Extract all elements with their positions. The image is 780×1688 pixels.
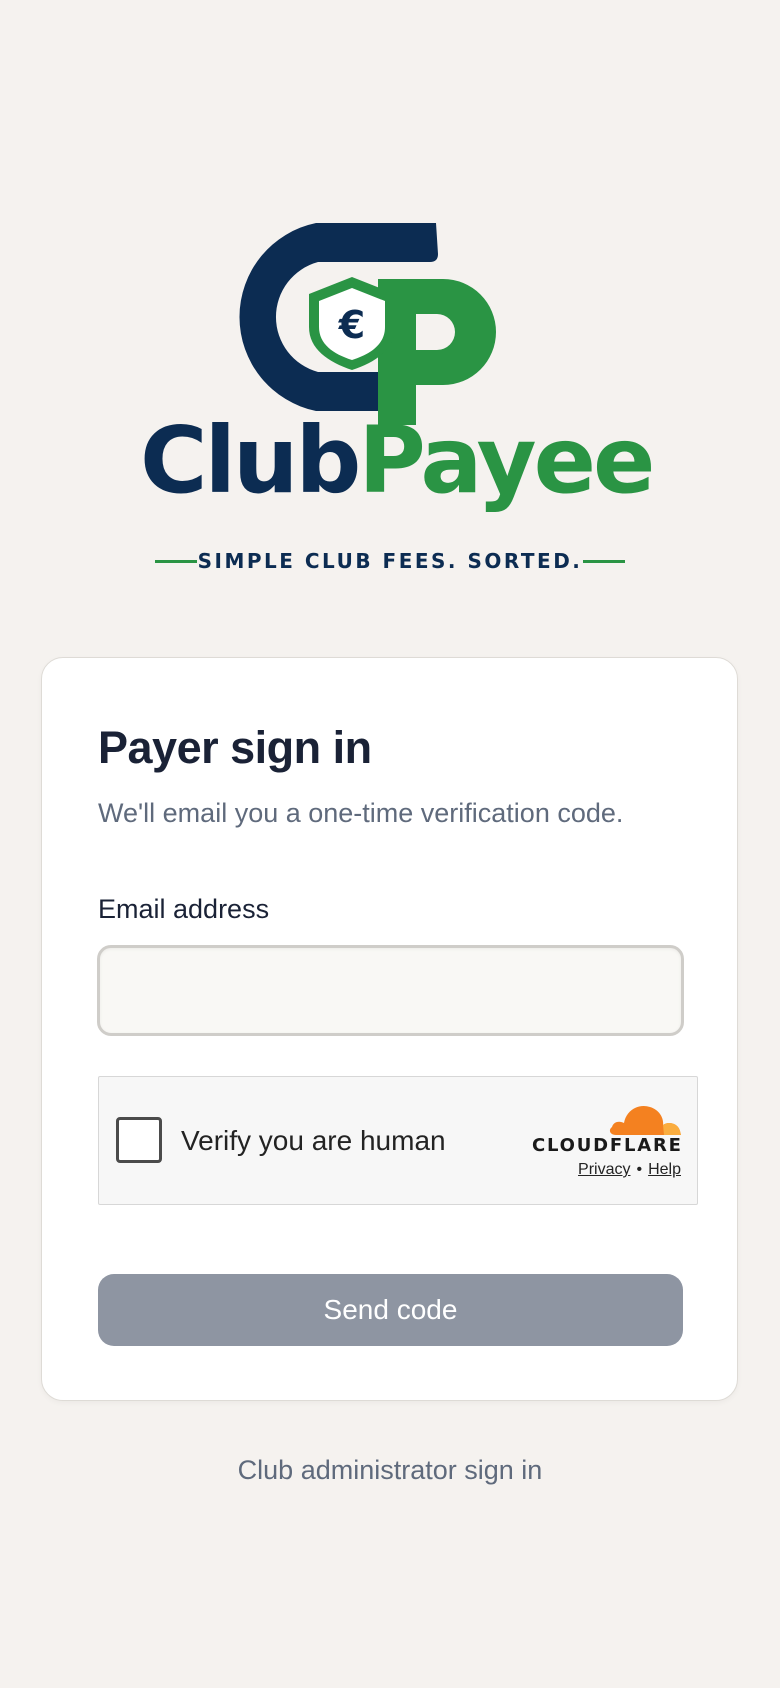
cp-monogram-icon: € [239,223,496,425]
brand-wordmark: ClubPayee [140,415,655,507]
privacy-link[interactable]: Privacy [578,1161,630,1178]
help-link[interactable]: Help [648,1161,681,1178]
email-label: Email address [98,894,270,924]
captcha-widget: Verify you are human CLOUDFLARE Privacy •… [98,1076,698,1205]
admin-signin-link[interactable]: Club administrator sign in [0,1455,780,1486]
tagline-divider-left [155,559,197,563]
tagline-row: SIMPLE CLUB FEES. SORTED. [155,548,625,574]
captcha-checkbox[interactable] [116,1117,162,1163]
email-field[interactable] [97,945,684,1036]
page-title: Payer sign in [98,722,372,773]
tagline-divider-right [582,559,625,563]
link-separator: • [636,1161,643,1178]
cloudflare-cloud-icon [609,1105,681,1135]
brand-tagline: SIMPLE CLUB FEES. SORTED. [197,549,583,573]
captcha-links: Privacy • Help [578,1161,681,1179]
signin-card: Payer sign in We'll email you a one-time… [41,657,738,1401]
cloudflare-wordmark: CLOUDFLARE [532,1135,683,1156]
send-code-button[interactable]: Send code [98,1274,683,1346]
signin-subtitle: We'll email you a one-time verification … [98,798,624,828]
captcha-label: Verify you are human [181,1125,446,1156]
cloudflare-logo: CLOUDFLARE [532,1101,682,1156]
clubpayee-logo: € ClubPayee SIMPLE CLUB FEES. SORTED. [140,215,655,575]
euro-symbol: € [338,303,365,347]
brand-name-payee: Payee [358,407,655,514]
brand-name-club: Club [140,407,361,514]
